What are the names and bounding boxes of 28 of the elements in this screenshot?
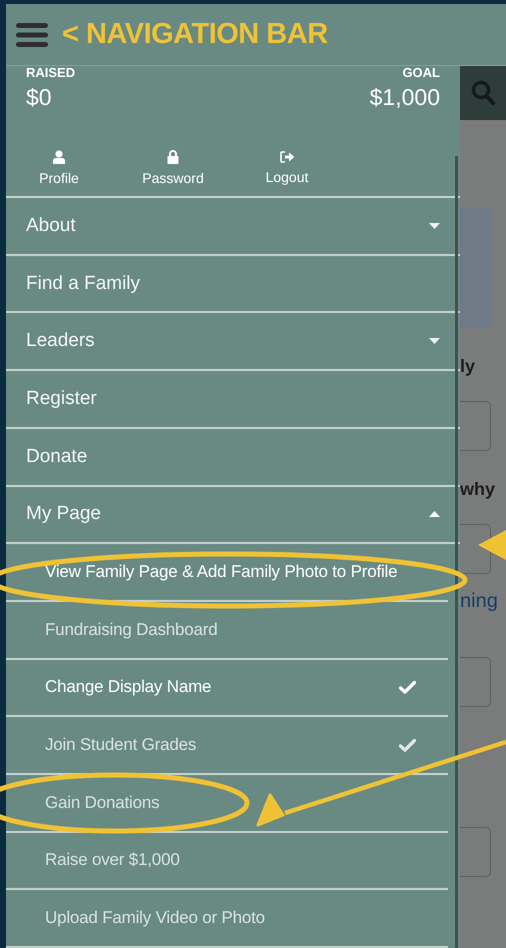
submenu-item[interactable]: Upload Family Video or Photo [6, 890, 448, 948]
link-text[interactable]: ning [460, 590, 498, 613]
lock-icon [167, 150, 179, 164]
input-field[interactable] [460, 401, 491, 451]
account-link[interactable]: Profile [2, 150, 116, 186]
field-label: why [460, 479, 496, 500]
account-link[interactable]: Logout [230, 150, 344, 185]
input-field[interactable] [460, 827, 491, 877]
raised-amount: $0 [26, 84, 53, 111]
scrollbar[interactable] [455, 156, 458, 948]
annotation-label: < NAVIGATION BAR [62, 18, 328, 51]
goal-label: GOAL [402, 66, 440, 79]
menu-icon[interactable] [16, 20, 48, 48]
annotation-arrow [478, 530, 506, 560]
field-label: ly [460, 356, 476, 377]
submenu-item[interactable]: Join Student Grades [6, 717, 448, 775]
search-icon [471, 80, 495, 106]
submenu-item[interactable]: Change Display Name [6, 660, 448, 718]
raised-label: RAISED [26, 66, 76, 79]
goal-amount: $1,000 [370, 84, 440, 111]
account-link[interactable]: Password [116, 150, 230, 186]
search-button[interactable] [460, 66, 506, 120]
exit-arrow-icon [280, 150, 294, 163]
submenu-item[interactable]: View Family Page & Add Family Photo to Profile [6, 544, 448, 602]
input-field[interactable] [460, 657, 491, 707]
submenu-item[interactable]: Raise over $1,000 [6, 832, 448, 890]
person-icon [53, 150, 65, 164]
submenu-item[interactable]: Fundraising Dashboard [6, 602, 448, 660]
